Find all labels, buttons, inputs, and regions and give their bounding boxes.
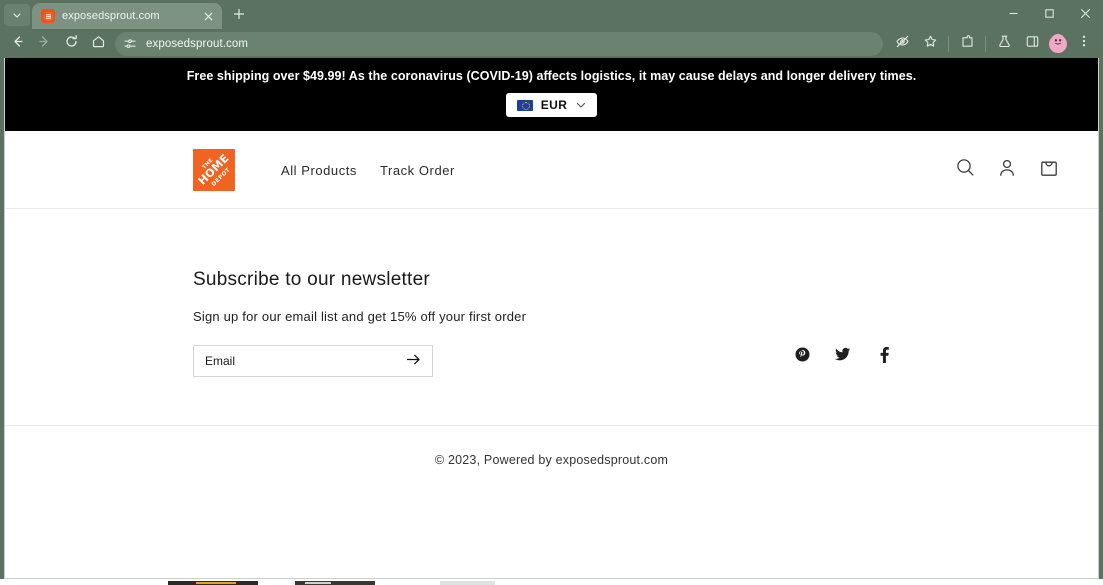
social-links: [792, 346, 894, 368]
home-depot-logo[interactable]: THE HOME DEPOT: [193, 149, 235, 191]
home-icon: [91, 34, 106, 54]
browser-menu-button[interactable]: [1071, 32, 1097, 56]
peek-window-a: [168, 581, 258, 585]
bookmark-button[interactable]: [917, 32, 943, 56]
currency-code: EUR: [540, 98, 568, 112]
browser-toolbar: exposedsprout.com: [0, 29, 1103, 58]
primary-nav: All Products Track Order: [281, 163, 455, 178]
tab-search-button[interactable]: [4, 4, 30, 26]
desktop-peek-strip: [0, 579, 1103, 585]
back-button[interactable]: [4, 32, 30, 56]
currency-selector[interactable]: EUR: [505, 93, 598, 117]
eye-slash-icon: [895, 34, 910, 54]
newsletter-form: [193, 345, 433, 377]
site-footer: © 2023, Powered by exposedsprout.com: [5, 426, 1098, 467]
minimize-icon: [1008, 6, 1019, 24]
logo-mark: THE HOME DEPOT: [193, 149, 235, 191]
tracking-protection-button[interactable]: [889, 32, 915, 56]
url-text: exposedsprout.com: [146, 37, 249, 50]
newsletter-section: Subscribe to our newsletter Sign up for …: [5, 209, 1098, 425]
browser-window: exposedsprout.com exposedsprout.com Free…: [0, 0, 1103, 585]
side-panel-icon: [1025, 34, 1040, 54]
forward-button[interactable]: [31, 32, 57, 56]
cart-icon: [1039, 158, 1059, 183]
announcement-bar: Free shipping over $49.99! As the corona…: [5, 58, 1098, 131]
newsletter-title: Subscribe to our newsletter: [193, 269, 430, 290]
facebook-link[interactable]: [874, 346, 894, 368]
header-actions: [952, 157, 1062, 183]
labs-button[interactable]: [991, 32, 1017, 56]
nav-link-all-products[interactable]: All Products: [281, 163, 357, 178]
side-panel-button[interactable]: [1019, 32, 1045, 56]
account-icon: [997, 158, 1017, 183]
close-icon: [1080, 6, 1091, 24]
reload-icon: [64, 34, 79, 54]
site-favicon: [41, 9, 55, 23]
email-input[interactable]: [205, 354, 403, 368]
flask-icon: [997, 34, 1012, 54]
newsletter-submit-button[interactable]: [403, 351, 423, 371]
search-button[interactable]: [952, 157, 978, 183]
cart-button[interactable]: [1036, 157, 1062, 183]
three-dots-icon: [1077, 34, 1091, 53]
extensions-icon: [960, 34, 975, 54]
plus-icon: [233, 7, 245, 25]
currency-selector-wrap: EUR: [5, 93, 1098, 117]
extensions-button[interactable]: [954, 32, 980, 56]
site-header: THE HOME DEPOT All Products Track Order: [5, 131, 1098, 209]
chevron-down-icon: [575, 99, 587, 111]
reload-button[interactable]: [58, 32, 84, 56]
browser-tab[interactable]: exposedsprout.com: [32, 3, 222, 29]
eu-flag-icon: [516, 99, 533, 111]
home-button[interactable]: [85, 32, 111, 56]
maximize-button[interactable]: [1031, 0, 1067, 29]
nav-link-track-order[interactable]: Track Order: [380, 163, 455, 178]
toolbar-divider-2: [985, 35, 986, 52]
copyright-text: © 2023, Powered by exposedsprout.com: [434, 453, 669, 467]
pinterest-link[interactable]: [792, 347, 812, 367]
toolbar-actions: [889, 32, 1097, 56]
newsletter-content: Subscribe to our newsletter Sign up for …: [193, 269, 792, 377]
back-arrow-icon: [10, 34, 25, 54]
twitter-link[interactable]: [833, 347, 853, 367]
forward-arrow-icon: [37, 34, 52, 54]
avatar-icon: [1051, 34, 1065, 53]
site-settings-icon[interactable]: [121, 35, 139, 53]
page-viewport: Free shipping over $49.99! As the corona…: [4, 58, 1099, 579]
maximize-icon: [1044, 6, 1055, 24]
tab-title: exposedsprout.com: [62, 10, 160, 22]
facebook-icon: [880, 346, 889, 368]
tab-close-button[interactable]: [200, 8, 216, 24]
window-close-button[interactable]: [1067, 0, 1103, 29]
toolbar-divider: [948, 35, 949, 52]
twitter-icon: [835, 347, 851, 367]
newsletter-subtitle: Sign up for our email list and get 15% o…: [193, 309, 527, 324]
chevron-down-icon: [12, 10, 22, 20]
peek-window-b: [295, 581, 375, 585]
new-tab-button[interactable]: [226, 3, 252, 29]
pinterest-icon: [795, 347, 810, 367]
arrow-right-icon: [405, 351, 422, 371]
address-bar[interactable]: exposedsprout.com: [115, 31, 883, 56]
announcement-text: Free shipping over $49.99! As the corona…: [186, 69, 917, 83]
peek-window-c: [440, 581, 495, 585]
minimize-button[interactable]: [995, 0, 1031, 29]
account-button[interactable]: [994, 157, 1020, 183]
tab-strip: exposedsprout.com: [0, 0, 1103, 29]
search-icon: [955, 157, 976, 183]
star-icon: [923, 34, 938, 54]
window-controls: [995, 0, 1103, 29]
profile-button[interactable]: [1049, 34, 1067, 53]
